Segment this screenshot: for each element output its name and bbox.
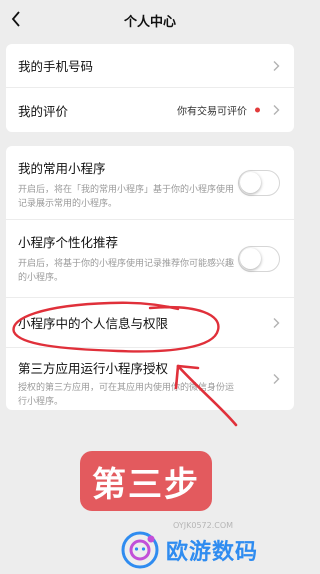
chevron-left-icon [11, 11, 20, 27]
personalized-recommendation-item: 小程序个性化推荐 开启后，将基于你的小程序使用记录推荐你可能感兴趣的小程序。 [6, 220, 294, 298]
back-button[interactable] [4, 6, 28, 32]
personalized-recommendation-desc: 开启后，将基于你的小程序使用记录推荐你可能感兴趣的小程序。 [18, 259, 235, 283]
common-mini-programs-desc: 开启后，将在「我的常用小程序」基于你的小程序使用记录展示常用的小程序。 [18, 185, 235, 209]
header-bar: 个人中心 [0, 0, 300, 40]
third-party-authorization-item[interactable]: 第三方应用运行小程序授权 授权的第三方应用，可在其应用内使用你的微信身份运行小程… [6, 348, 294, 410]
personalized-recommendation-toggle[interactable] [238, 245, 280, 272]
rating-hint-text: 你有交易可评价 [177, 106, 247, 118]
red-dot-badge [255, 107, 260, 113]
privacy-permissions-item[interactable]: 小程序中的个人信息与权限 [6, 298, 294, 348]
mini-program-card: 我的常用小程序 开启后，将在「我的常用小程序」基于你的小程序使用记录展示常用的小… [6, 146, 294, 410]
my-ratings-item[interactable]: 我的评价 你有交易可评价 [6, 88, 294, 132]
toggle-knob [240, 171, 261, 193]
privacy-permissions-label: 小程序中的个人信息与权限 [18, 316, 169, 331]
third-party-authorization-desc: 授权的第三方应用，可在其应用内使用你的微信身份运行小程序。 [18, 383, 235, 407]
chevron-right-icon [273, 317, 280, 328]
third-party-authorization-label: 第三方应用运行小程序授权 [18, 361, 169, 376]
toggle-knob [240, 247, 261, 269]
rating-hint: 你有交易可评价 [177, 103, 260, 118]
brand-name: 欧游数码 [166, 540, 259, 565]
step-three-badge: 第三步 [80, 451, 212, 511]
common-mini-programs-toggle[interactable] [238, 169, 280, 196]
common-mini-programs-item: 我的常用小程序 开启后，将在「我的常用小程序」基于你的小程序使用记录展示常用的小… [6, 146, 294, 220]
brand-logo-icon [121, 531, 159, 569]
brand-watermark: 欧游数码 [120, 528, 258, 572]
account-card: 我的手机号码 我的评价 你有交易可评价 [6, 44, 294, 132]
page-title: 个人中心 [123, 14, 176, 30]
step-three-label: 第三步 [92, 464, 200, 505]
my-ratings-label: 我的评价 [18, 103, 69, 119]
chevron-right-icon [273, 105, 280, 115]
phone-number-label: 我的手机号码 [18, 59, 94, 74]
phone-number-item[interactable]: 我的手机号码 [6, 44, 294, 88]
chevron-right-icon [273, 60, 280, 71]
chevron-right-icon [273, 374, 280, 384]
